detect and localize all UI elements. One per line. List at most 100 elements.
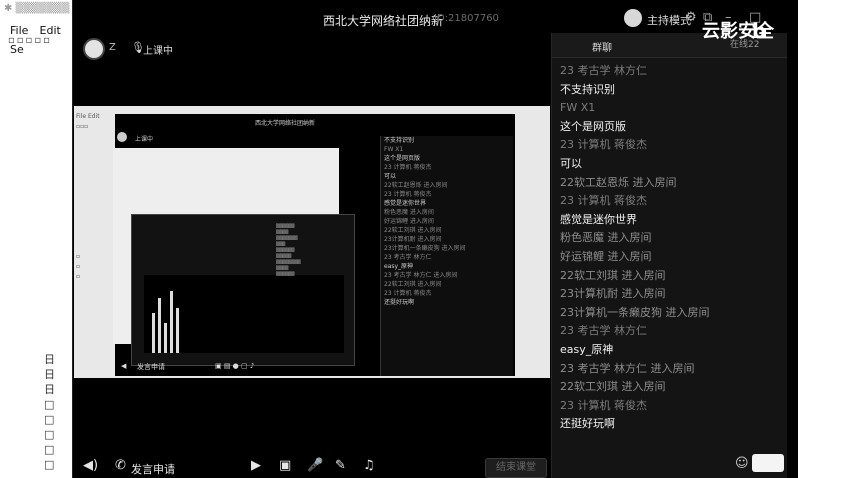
nested-chat-row: 23计算机耐 进入房间 [384,236,442,243]
nested-chat-row: 23 考古学 林方仁 进入房间 [384,272,458,279]
microphone-icon[interactable]: 🎤 [307,458,323,473]
room-id: ID:21807760 [434,13,499,24]
chat-message: 好运锦鲤 进入房间 [560,245,782,264]
nested-chat-row: 22软工赵恩烁 进入房间 [384,182,448,189]
gutter-mark[interactable]: 日 [44,367,55,382]
watermark-logo: b [752,19,767,43]
chat-message: 这个是网页版 [560,115,782,134]
chat-message: 23 计算机 蒋俊杰 [560,133,782,152]
nested-chat-row: 这个是网页版 [384,155,421,162]
message-text: 这个是网页版 [560,119,626,133]
editor-toolbar-icons: ▫▫▫▫▫ [8,35,52,46]
message-text: 还挺好玩啊 [560,417,615,431]
chat-message-list: 23 考古学 林方仁 不支持识别 FW X1 这个是网页版 23 计算机 蒋俊杰 可以 22… [560,59,782,431]
chat-message: 23 计算机 蒋俊杰 [560,394,782,413]
host-avatar[interactable] [624,9,642,27]
nested-chat-row: 可以 [384,173,397,180]
chat-message: easy_原神 [560,338,782,357]
chat-message: 23计算机耐 进入房间 [560,282,782,301]
classroom-window: 西北大学网络社团纳新 ID:21807760 主持模式 ⚙ ⧉ – □ Z 🎙 … [72,0,799,478]
nested-artifact [150,275,190,353]
nested-title: 西北大学网络社团纳新 [255,120,316,127]
gear-icon[interactable]: ⚙ [685,10,697,25]
message-text: 感觉是迷你世界 [560,212,637,226]
user-avatar[interactable] [83,38,105,60]
nested-chat-row: easy_原神 [384,263,414,270]
chat-message: 23计算机一条癞皮狗 进入房间 [560,301,782,320]
nested-chat-row: 还挺好玩啊 [384,299,415,306]
join-notice: 23计算机一条癞皮狗 进入房间 [560,305,710,319]
sender-name: 23 计算机 蒋俊杰 [560,194,647,208]
volume-icon[interactable]: ◀) [83,458,98,473]
chat-message: 23 考古学 林方仁 [560,59,782,78]
nested-toolbar: ◀ 发言申请 ▣ ▤ ● ▢ ♪ [115,358,380,376]
phone-icon[interactable]: ✆ [115,458,126,473]
nested-chat-row: 23 计算机 蒋俊杰 [384,164,432,171]
gutter-mark: □ [44,413,55,426]
nested-chat-row: 23 考古学 林方仁 [384,254,432,261]
nested-window: 西北大学网络社团纳新 上课中 ▒▒▒▒▒▒ ▒▒▒▒ ▒▒▒▒▒▒▒ ▒▒▒ ▒▒ [113,114,515,376]
chat-message: 可以 [560,152,782,171]
nested-volume-icon: ◀ [121,362,127,370]
nested-status: 上课中 [135,136,154,143]
nested-chat-row: 23 计算机 蒋俊杰 [384,191,432,198]
shared-screen[interactable]: File Edit ▫▫▫ ▫ ▫ ▫ 西北大学网络社团纳新 上课中 ▒▒▒▒▒… [74,106,550,378]
edit-icon[interactable]: ✎ [335,458,346,473]
nested-chat-row: 23 计算机 蒋俊杰 [384,290,432,297]
editor-title-bar: ✱ ▒▒▒▒▒▒▒ [4,3,70,14]
gutter-mark: □ [44,428,55,441]
join-notice: 22软工赵恩烁 进入房间 [560,175,677,189]
sender-name: 23 考古学 林方仁 [560,324,647,338]
join-notice: 粉色恶魔 进入房间 [560,231,652,245]
tab-group-chat[interactable]: 群聊 [592,39,612,54]
gutter-mark: □ [44,458,55,471]
right-background [798,0,854,478]
send-button[interactable] [752,454,784,472]
chat-message: 23 计算机 蒋俊杰 [560,189,782,208]
nested-stage: ▒▒▒▒▒▒ ▒▒▒▒ ▒▒▒▒▒▒▒ ▒▒▒ ▒▒▒▒▒▒ ▒▒▒▒▒ ▒▒▒▒▒▒▒▒ ▒… [113,148,355,366]
join-notice: 好运锦鲤 进入房间 [560,249,652,263]
join-notice: 22软工刘琪 进入房间 [560,268,666,282]
chat-message: 还挺好玩啊 [560,412,782,431]
nested-chat-panel: 不支持识别 FW X1 这个是网页版 23 计算机 蒋俊杰 可以 22软工赵恩烁 进入房间… [380,136,513,376]
chat-message: 23 考古学 林方仁 进入房间 [560,357,782,376]
sender-name: 23 考古学 林方仁 [560,64,647,77]
chat-message: 22软工刘琪 进入房间 [560,264,782,283]
chat-message: 粉色恶魔 进入房间 [560,226,782,245]
nested-chat-row: 23计算机一条癞皮狗 进入房间 [384,245,466,252]
speak-request-button[interactable]: 发言申请 [131,461,175,477]
nested-chat-row: 感觉是迷你世界 [384,200,427,207]
gutter-mark: □ [44,443,55,456]
nested-speak-label: 发言申请 [137,363,165,371]
end-class-button[interactable]: 结束课堂 [485,458,547,478]
gutter-mark[interactable]: 日 [44,382,55,397]
gutter-mark[interactable]: 日 [44,352,55,367]
nested-editor-strip: File Edit ▫▫▫ ▫ ▫ ▫ [76,113,100,280]
message-text: 不支持识别 [560,82,615,96]
editor-gutter: 日 日 日 □ □ □ □ □ [44,352,55,472]
camera-icon[interactable]: ▶ [251,458,261,473]
nested-chat-2: ▒▒▒▒▒▒ ▒▒▒▒ ▒▒▒▒▒▒▒ ▒▒▒ ▒▒▒▒▒▒ ▒▒▒▒▒ ▒▒▒▒▒▒▒▒ ▒… [276,223,301,276]
nested-chat-row: FW X1 [384,146,404,153]
nested-chat-row: 22软工刘琪 进入房间 [384,281,442,288]
nested-chat-row: 22软工刘琪 进入房间 [384,227,442,234]
emoji-icon[interactable]: ☺ [735,456,749,471]
live-status: 上课中 [143,46,173,57]
chat-panel: 群聊 在线22 云影安全 b 23 考古学 林方仁 不支持识别 FW X1 这个是网页… [551,19,787,478]
nested-chat-row: 好运锦鲤 进入房间 [384,218,434,225]
join-notice: 22软工刘琪 进入房间 [560,380,666,394]
sender-name: FW X1 [560,101,596,115]
nested-chat-row: 不支持识别 [384,137,415,144]
chat-message: 23 考古学 林方仁 [560,319,782,338]
nested-window-2: ▒▒▒▒▒▒ ▒▒▒▒ ▒▒▒▒▒▒▒ ▒▒▒ ▒▒▒▒▒▒ ▒▒▒▒▒ ▒▒▒▒▒▒▒▒ ▒… [131,214,355,366]
nested-avatar [117,132,127,142]
gutter-mark: □ [44,398,55,411]
music-icon[interactable]: ♫ [363,458,375,473]
room-title: 西北大学网络社团纳新 [323,14,444,28]
sender-name: 23 计算机 蒋俊杰 [560,138,647,152]
screen-share-icon[interactable]: ▣ [279,458,291,473]
chat-message: 22软工赵恩烁 进入房间 [560,171,782,190]
join-notice: 23 考古学 林方仁 进入房间 [560,361,695,375]
message-text: easy_原神 [560,342,614,356]
chat-message: 22软工刘琪 进入房间 [560,375,782,394]
